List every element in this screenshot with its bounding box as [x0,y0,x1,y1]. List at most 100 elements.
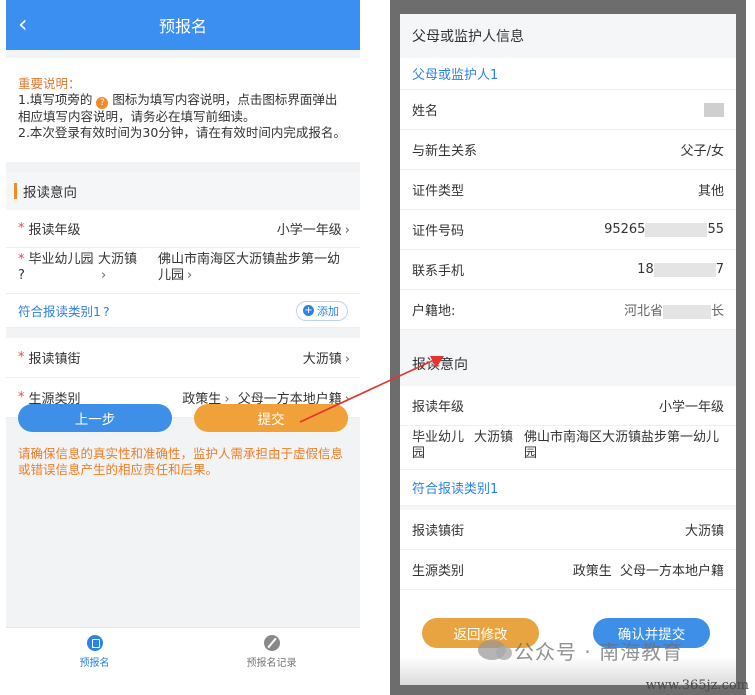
household-row: 户籍地: 河北省 长 [400,290,736,330]
tab-label: 预报名 [79,657,110,669]
guardian-name-row: 姓名 [400,90,736,130]
intent-section-title: 报读意向 [400,342,736,386]
household-value: 河北省 长 [624,300,724,319]
guardian-subtitle: 父母或监护人1 [400,58,736,90]
chevron-right-icon: › [344,352,350,367]
r-source-value-2: 父母一方本地户籍 [619,564,724,579]
bottom-tabbar: 预报名 预报名记录 [6,627,360,675]
required-mark: * [18,390,25,405]
household-label: 户籍地: [412,304,456,319]
household-prefix: 河北省 [623,304,663,319]
r-source-label: 生源类别 [412,564,465,579]
street-value: 大沥镇 › [303,348,350,367]
id-number-label: 证件号码 [412,224,465,239]
wechat-icon [478,640,512,660]
row-grade[interactable]: * 报读年级 小学一年级 › [6,210,360,248]
street-label: 报读镇街 [28,352,81,367]
notice-title: 重要说明： [18,76,81,91]
section-title: 报读意向 [23,185,77,201]
id-suffix: 55 [707,222,724,237]
important-notice: 重要说明： 1.填写项旁的 ? 图标为填写内容说明，点击图标界面弹出相应填写内容… [6,58,360,162]
kindergarten-town-text: 大沥镇 [98,252,138,267]
r-street-row: 报读镇街 大沥镇 [400,510,736,550]
redacted-phone [653,262,716,277]
r-grade-value: 小学一年级 [658,400,724,415]
prev-step-button[interactable]: 上一步 [18,404,172,432]
required-mark: * [18,221,25,236]
r-source-value-1: 政策生 [572,564,612,579]
watermark: 公众号 · 南海教育 [478,636,683,664]
name-value [704,102,724,117]
kindergarten-label: 毕业幼儿园 [28,252,94,267]
category-link[interactable]: 符合报读类别1? [18,301,110,320]
pen-icon [263,634,280,651]
left-screen: ‹ 预报名 重要说明： 1.填写项旁的 ? 图标为填写内容说明，点击图标界面弹出… [6,0,360,675]
submit-button[interactable]: 提交 [194,404,348,432]
back-arrow-icon[interactable]: ‹ [18,10,42,40]
notice-line-1-start: 1.填写项旁的 [18,92,93,107]
row-street[interactable]: * 报读镇街 大沥镇 › [6,338,360,378]
phone-row: 联系手机 18 7 [400,250,736,290]
phone-label: 联系手机 [412,264,465,279]
notice-line-1: 1.填写项旁的 ? 图标为填写内容说明，点击图标界面弹出相应填写内容说明，请务必… [18,92,348,125]
guardian-section-title: 父母或监护人信息 [400,14,736,58]
relation-label: 与新生关系 [412,144,478,159]
chevron-right-icon: › [187,268,193,283]
redacted-name [704,102,724,117]
chevron-right-icon: › [344,223,350,238]
category-label: 符合报读类别1 [18,304,101,319]
household-suffix: 长 [710,304,724,319]
help-icon[interactable]: ? [18,268,25,283]
chevron-right-icon: › [101,268,107,283]
section-gap [400,330,736,342]
plus-icon: + [303,305,314,316]
phone-suffix: 7 [715,262,724,277]
grade-label: 报读年级 [28,223,81,238]
site-url: www.365jz.com [645,678,749,693]
relation-row: 与新生关系 父子/女 [400,130,736,170]
tab-pre-register[interactable]: 预报名 [6,628,183,675]
r-street-label: 报读镇街 [412,524,465,539]
row-kindergarten[interactable]: * 毕业幼儿园 ? 大沥镇 › 佛山市南海区大沥镇盐步第一幼儿园 › [6,248,360,294]
id-number-row: 证件号码 95265 55 [400,210,736,250]
id-number-value: 95265 55 [604,222,724,237]
r-street-value: 大沥镇 [684,524,724,539]
tab-label: 预报名记录 [246,657,297,669]
help-icon[interactable]: ? [103,304,110,319]
phone-prefix: 18 [637,262,654,277]
r-category-row: 符合报读类别1 [400,470,736,506]
name-label: 姓名 [412,104,439,119]
redacted-household [662,304,711,319]
form-icon [86,634,103,651]
app-header: ‹ 预报名 [6,0,360,50]
kindergarten-label-block: * 毕业幼儿园 ? [18,252,98,284]
grade-value: 小学一年级 › [277,219,350,238]
section-intent: 报读意向 [6,172,360,210]
section-bar [14,183,17,199]
page-title: 预报名 [158,17,207,36]
grade-text: 小学一年级 [276,223,342,238]
r-source-value: 政策生 父母一方本地户籍 [573,560,724,579]
kindergarten-name-text: 佛山市南海区大沥镇盐步第一幼儿园 [158,252,341,283]
required-mark: * [18,350,25,365]
disclaimer-text: 请确保信息的真实性和准确性，监护人需承担由于虚假信息或错误信息产生的相应责任和后… [18,446,344,477]
redacted-id [645,222,708,237]
kindergarten-name: 佛山市南海区大沥镇盐步第一幼儿园 › [150,252,350,284]
r-kindergarten-name: 佛山市南海区大沥镇盐步第一幼儿园 [524,430,720,461]
add-category-button[interactable]: + 添加 [296,300,348,321]
id-type-row: 证件类型 其他 [400,170,736,210]
relation-value: 父子/女 [680,144,724,159]
r-kindergarten-label: 毕业幼儿园 [412,430,465,461]
id-type-value: 其他 [697,184,724,199]
r-grade-row: 报读年级 小学一年级 [400,386,736,426]
watermark-text: 公众号 · 南海教育 [514,639,684,664]
r-kindergarten-row: 毕业幼儿园 大沥镇 佛山市南海区大沥镇盐步第一幼儿园 [400,426,736,470]
required-mark: * [18,252,25,267]
add-label: 添加 [317,304,339,318]
kindergarten-town: 大沥镇 › [98,252,150,284]
phone-value: 18 7 [637,262,724,277]
row-category: 符合报读类别1? + 添加 [6,294,360,328]
r-grade-label: 报读年级 [412,400,465,415]
tab-records[interactable]: 预报名记录 [183,628,360,675]
